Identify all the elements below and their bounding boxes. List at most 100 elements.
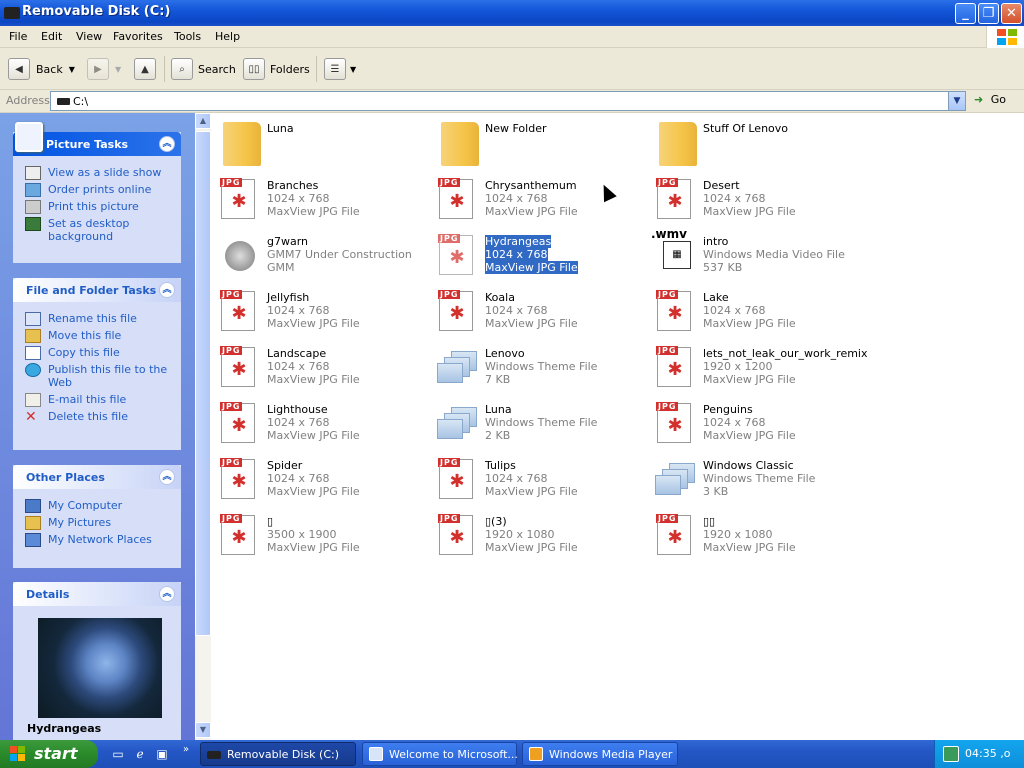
- collapse-icon[interactable]: ︽: [159, 586, 175, 602]
- file-item[interactable]: JPG ✱ Spider 1024 x 768 MaxView JPG File: [219, 455, 429, 507]
- quick-launch-chevron-icon[interactable]: »: [178, 742, 194, 758]
- file-detail: 1024 x 768: [485, 304, 548, 317]
- menu-help[interactable]: Help: [215, 30, 240, 43]
- other-places-header[interactable]: Other Places ︽: [13, 465, 181, 489]
- file-item[interactable]: Lenovo Windows Theme File 7 KB: [437, 343, 647, 395]
- folder-icon: [437, 118, 479, 166]
- file-item[interactable]: JPG ✱ ▯(3) 1920 x 1080 MaxView JPG File: [437, 511, 647, 563]
- file-item[interactable]: New Folder: [437, 118, 647, 170]
- file-item[interactable]: JPG ✱ Desert 1024 x 768 MaxView JPG File: [655, 175, 865, 227]
- collapse-icon[interactable]: ︽: [159, 469, 175, 485]
- taskbar-button-explorer[interactable]: Removable Disk (C:): [200, 742, 356, 766]
- toolbar: ◀ Back ▼ ▶ ▼ ▲ ⌕ Search ▯▯ Folders ☰ ▼: [0, 48, 1024, 90]
- task-publish-web[interactable]: Publish this file to the Web: [23, 363, 173, 389]
- collapse-icon[interactable]: ︽: [159, 136, 175, 152]
- show-desktop-icon[interactable]: ▭: [110, 746, 126, 762]
- task-label: Publish this file to the Web: [48, 363, 168, 389]
- menu-favorites[interactable]: Favorites: [113, 30, 163, 43]
- internet-explorer-icon[interactable]: ℯ: [132, 746, 148, 762]
- file-type: MaxView JPG File: [267, 205, 360, 218]
- jpg-file-icon: JPG ✱: [655, 343, 695, 389]
- menu-view[interactable]: View: [76, 30, 102, 43]
- place-label: My Computer: [48, 499, 123, 512]
- file-item[interactable]: g7warn GMM7 Under Construction GMM: [219, 231, 429, 283]
- task-copy[interactable]: Copy this file: [23, 346, 173, 360]
- scroll-thumb[interactable]: [195, 131, 211, 636]
- file-type: MaxView JPG File: [267, 373, 360, 386]
- start-button[interactable]: start: [0, 740, 98, 768]
- chevron-down-icon[interactable]: ▼: [115, 65, 121, 74]
- file-item[interactable]: JPG ✱ ▯ 3500 x 1900 MaxView JPG File: [219, 511, 429, 563]
- file-type: MaxView JPG File: [485, 261, 578, 274]
- file-item[interactable]: JPG ✱ Lake 1024 x 768 MaxView JPG File: [655, 287, 865, 339]
- file-item[interactable]: JPG ✱ Jellyfish 1024 x 768 MaxView JPG File: [219, 287, 429, 339]
- place-my-network-places[interactable]: My Network Places: [23, 533, 173, 547]
- scroll-up-button[interactable]: ▲: [195, 113, 211, 129]
- scroll-down-button[interactable]: ▼: [195, 722, 211, 738]
- address-bar: Address C:\ ▼ ➜ Go: [0, 90, 1024, 113]
- file-item[interactable]: JPG ✱ Penguins 1024 x 768 MaxView JPG File: [655, 399, 865, 451]
- task-delete[interactable]: ✕ Delete this file: [23, 410, 173, 424]
- other-places-title: Other Places: [26, 471, 105, 484]
- address-dropdown-button[interactable]: ▼: [948, 92, 965, 110]
- picture-tasks-header[interactable]: Picture Tasks ︽: [13, 122, 181, 156]
- file-view[interactable]: Luna New Folder Stuff Of Lenovo JPG ✱ Branche…: [195, 113, 1024, 740]
- close-button[interactable]: ✕: [1001, 3, 1022, 24]
- file-name: ▯▯: [703, 515, 716, 528]
- jpg-file-icon: JPG ✱: [655, 287, 695, 333]
- clock[interactable]: 04:35 ,o: [965, 747, 1010, 760]
- file-item[interactable]: JPG ✱ Tulips 1024 x 768 MaxView JPG File: [437, 455, 647, 507]
- file-item[interactable]: JPG ✱ lets_not_leak_our_work_remix 1920 x 1…: [655, 343, 868, 395]
- file-item[interactable]: JPG ✱ Chrysanthemum 1024 x 768 MaxView JPG F…: [437, 175, 647, 227]
- file-item[interactable]: Luna: [219, 118, 429, 170]
- task-order-prints[interactable]: Order prints online: [23, 183, 173, 197]
- search-button[interactable]: ⌕ Search: [171, 57, 236, 81]
- menu-file[interactable]: File: [9, 30, 27, 43]
- menu-edit[interactable]: Edit: [41, 30, 62, 43]
- chevron-down-icon[interactable]: ▼: [69, 65, 75, 74]
- place-my-pictures[interactable]: My Pictures: [23, 516, 173, 530]
- media-icon[interactable]: ▣: [154, 746, 170, 762]
- file-item[interactable]: Stuff Of Lenovo: [655, 118, 865, 170]
- task-set-desktop-background[interactable]: Set as desktop background: [23, 217, 173, 243]
- forward-button[interactable]: ▶ ▼: [87, 57, 121, 81]
- file-folder-tasks-header[interactable]: File and Folder Tasks ︽: [13, 278, 181, 302]
- minimize-button[interactable]: _: [955, 3, 976, 24]
- file-item[interactable]: JPG ✱ Landscape 1024 x 768 MaxView JPG File: [219, 343, 429, 395]
- network-tray-icon[interactable]: [943, 746, 959, 762]
- folders-button[interactable]: ▯▯ Folders: [243, 57, 310, 81]
- desktop-icon: [25, 217, 41, 231]
- file-item[interactable]: JPG ✱ Koala 1024 x 768 MaxView JPG File: [437, 287, 647, 339]
- task-print-picture[interactable]: Print this picture: [23, 200, 173, 214]
- maximize-button[interactable]: ❐: [978, 3, 999, 24]
- task-rename[interactable]: Rename this file: [23, 312, 173, 326]
- file-item[interactable]: .wmv ▦ intro Windows Media Video File 537 KB: [651, 227, 865, 283]
- order-prints-icon: [25, 183, 41, 197]
- envelope-icon: [25, 393, 41, 407]
- taskbar-button-media-player[interactable]: Windows Media Player: [522, 742, 678, 766]
- go-button[interactable]: ➜ Go: [974, 93, 1006, 106]
- vertical-scrollbar[interactable]: ▲ ▼: [195, 113, 211, 740]
- jpg-file-icon: JPG ✱: [437, 175, 477, 221]
- collapse-icon[interactable]: ︽: [159, 282, 175, 298]
- other-places-list: My Computer My Pictures My Network Place…: [13, 489, 181, 556]
- back-button[interactable]: ◀ Back ▼: [8, 57, 75, 81]
- details-header[interactable]: Details ︽: [13, 582, 181, 606]
- file-item[interactable]: JPG ✱ Hydrangeas 1024 x 768 MaxView JPG File: [437, 231, 647, 283]
- address-input[interactable]: C:\ ▼: [50, 91, 966, 111]
- title-bar[interactable]: Removable Disk (C:) _ ❐ ✕: [0, 0, 1024, 26]
- task-move[interactable]: Move this file: [23, 329, 173, 343]
- file-item[interactable]: Windows Classic Windows Theme File 3 KB: [655, 455, 865, 507]
- task-slideshow[interactable]: View as a slide show: [23, 166, 173, 180]
- file-item[interactable]: JPG ✱ Lighthouse 1024 x 768 MaxView JPG File: [219, 399, 429, 451]
- menu-tools[interactable]: Tools: [174, 30, 201, 43]
- views-button[interactable]: ☰ ▼: [324, 57, 356, 81]
- up-button[interactable]: ▲: [134, 57, 156, 81]
- file-item[interactable]: JPG ✱ ▯▯ 1920 x 1080 MaxView JPG File: [655, 511, 865, 563]
- task-email[interactable]: E-mail this file: [23, 393, 173, 407]
- taskbar-button-welcome[interactable]: Welcome to Microsoft...: [362, 742, 518, 766]
- place-my-computer[interactable]: My Computer: [23, 499, 173, 513]
- folder-icon: [655, 118, 697, 166]
- file-item[interactable]: JPG ✱ Branches 1024 x 768 MaxView JPG File: [219, 175, 429, 227]
- file-item[interactable]: Luna Windows Theme File 2 KB: [437, 399, 647, 451]
